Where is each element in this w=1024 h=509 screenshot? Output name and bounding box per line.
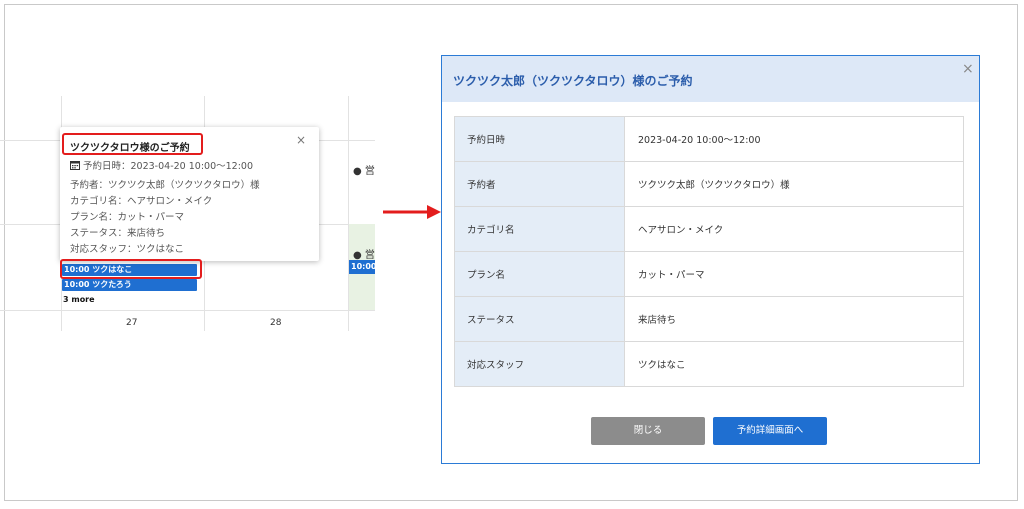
row-value: カット・パーマ (624, 251, 964, 297)
table-row: 予約日時 2023-04-20 10:00〜12:00 (454, 116, 964, 162)
row-value: 来店待ち (624, 296, 964, 342)
popover-title-highlight (62, 133, 203, 155)
table-row: 予約者 ツクツク太郎（ツクツクタロウ）様 (454, 161, 964, 207)
reservation-detail-table: 予約日時 2023-04-20 10:00〜12:00 予約者 ツクツク太郎（ツ… (454, 116, 964, 387)
row-value: 2023-04-20 10:00〜12:00 (624, 116, 964, 162)
modal-title: ツクツク太郎（ツクツクタロウ）様のご予約 (453, 74, 693, 88)
modal-header: ツクツク太郎（ツクツクタロウ）様のご予約 × (442, 56, 979, 102)
reservation-modal: ツクツク太郎（ツクツクタロウ）様のご予約 × 予約日時 2023-04-20 1… (441, 55, 980, 464)
day-number-27: 27 (126, 318, 138, 328)
table-row: 対応スタッフ ツクはなこ (454, 341, 964, 387)
popover-date-line: 予約日時：2023-04-20 10:00〜12:00 (70, 158, 253, 172)
row-label: プラン名 (454, 251, 625, 297)
calendar-event-taro[interactable]: 10:00 ツクたろう (62, 279, 197, 291)
row-label: カテゴリ名 (454, 206, 625, 252)
close-button[interactable]: 閉じる (591, 417, 705, 445)
reservation-detail-button[interactable]: 予約詳細画面へ (713, 417, 827, 445)
more-events-link[interactable]: 3 more (63, 295, 95, 304)
table-row: カテゴリ名 ヘアサロン・メイク (454, 206, 964, 252)
grid-line (0, 310, 375, 311)
row-label: ステータス (454, 296, 625, 342)
row-value: ツクはなこ (624, 341, 964, 387)
popover-category: カテゴリ名：ヘアサロン・メイク (70, 196, 213, 207)
popover-close-icon[interactable]: × (296, 133, 306, 147)
day-number-28: 28 (270, 318, 282, 328)
popover-date-text: 予約日時：2023-04-20 10:00〜12:00 (83, 161, 253, 172)
calendar-event[interactable]: 10:00 (349, 260, 375, 274)
red-arrow-icon (383, 205, 441, 219)
row-value: ツクツク太郎（ツクツクタロウ）様 (624, 161, 964, 207)
popover-staff: 対応スタッフ：ツクはなこ (70, 244, 185, 255)
popover-status: ステータス：来店待ち (70, 228, 166, 239)
modal-close-icon[interactable]: × (962, 61, 974, 77)
row-label: 予約日時 (454, 116, 625, 162)
row-label: 対応スタッフ (454, 341, 625, 387)
calendar-event-dot[interactable]: ● 営 (353, 162, 375, 177)
table-row: ステータス 来店待ち (454, 296, 964, 342)
row-label: 予約者 (454, 161, 625, 207)
popover-customer: 予約者：ツクツク太郎（ツクツクタロウ）様 (70, 180, 260, 191)
table-row: プラン名 カット・パーマ (454, 251, 964, 297)
event-highlight (60, 259, 202, 279)
popover-plan: プラン名：カット・パーマ (70, 212, 185, 223)
row-value: ヘアサロン・メイク (624, 206, 964, 252)
calendar-event-dot[interactable]: ● 営 (353, 246, 375, 261)
calendar-icon (70, 161, 80, 170)
